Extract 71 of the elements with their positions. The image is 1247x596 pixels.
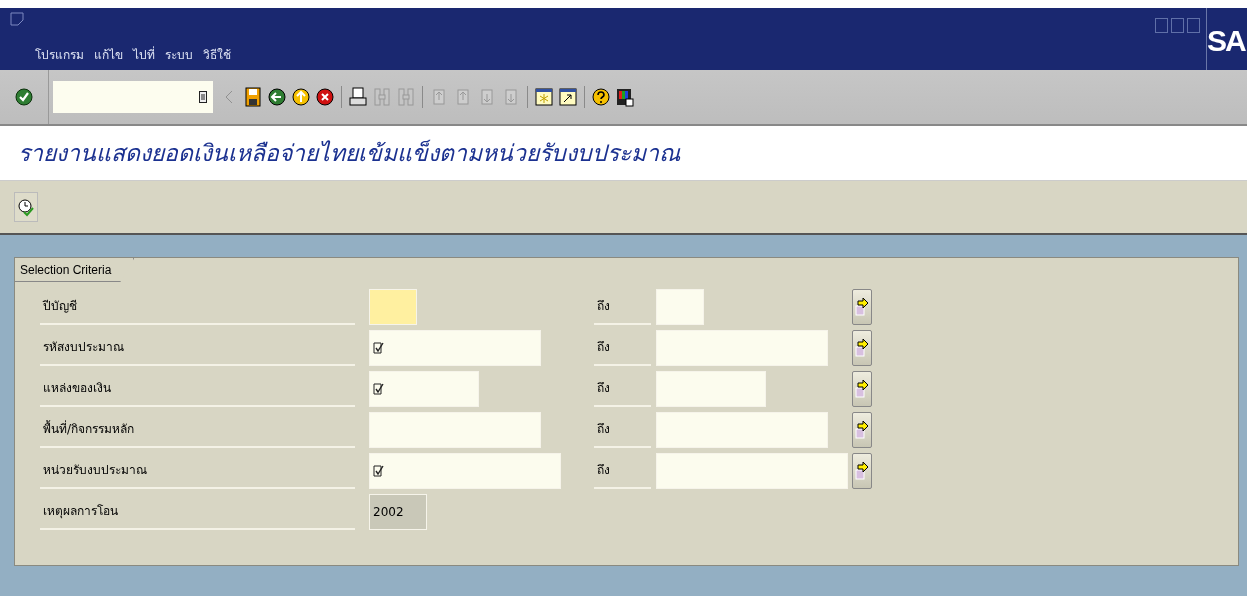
field-label: รหัสงบประมาณ xyxy=(40,330,355,366)
multiple-selection-button[interactable] xyxy=(852,371,872,407)
command-field[interactable] xyxy=(53,81,213,113)
arrow-icon xyxy=(855,460,869,482)
shortcut-icon xyxy=(558,87,578,107)
new-window-icon xyxy=(534,87,554,107)
to-label: ถึง xyxy=(594,289,651,325)
arrow-icon xyxy=(855,378,869,400)
selection-icon xyxy=(373,342,384,354)
dropdown-icon[interactable] xyxy=(199,91,207,103)
multiple-selection-button[interactable] xyxy=(852,289,872,325)
help-button[interactable] xyxy=(589,85,613,109)
to-label: ถึง xyxy=(594,330,651,366)
enter-button[interactable] xyxy=(12,85,36,109)
menu-item[interactable]: ไปที่ xyxy=(133,45,155,64)
close-button[interactable] xyxy=(1187,18,1200,33)
new-session-button[interactable] xyxy=(532,85,556,109)
binoculars-icon xyxy=(373,87,391,107)
from-field[interactable] xyxy=(369,453,561,489)
to-label: ถึง xyxy=(594,412,651,448)
page-up-icon xyxy=(430,87,448,107)
field-label: หน่วยรับงบประมาณ xyxy=(40,453,355,489)
field-label: ปีบัญชี xyxy=(40,289,355,325)
printer-icon xyxy=(349,87,367,107)
to-label: ถึง xyxy=(594,453,651,489)
from-field[interactable] xyxy=(369,371,479,407)
shortcut-button[interactable] xyxy=(556,85,580,109)
check-icon xyxy=(14,87,34,107)
multiple-selection-button[interactable] xyxy=(852,330,872,366)
from-field[interactable] xyxy=(369,412,541,448)
window-icon[interactable] xyxy=(10,12,24,26)
menu-item[interactable]: แก้ไข xyxy=(94,45,123,64)
minimize-button[interactable] xyxy=(1155,18,1168,33)
help-icon xyxy=(591,87,611,107)
cancel-icon xyxy=(315,87,335,107)
field-label: เหตุผลการโอน xyxy=(40,494,355,530)
menu-item[interactable]: วิธีใช้ xyxy=(203,45,231,64)
binoculars-icon xyxy=(397,87,415,107)
group-title: Selection Criteria xyxy=(15,258,135,282)
from-field[interactable] xyxy=(369,289,417,325)
to-field[interactable] xyxy=(656,412,828,448)
multiple-selection-button[interactable] xyxy=(852,412,872,448)
arrow-icon xyxy=(855,296,869,318)
to-field[interactable] xyxy=(656,289,704,325)
page-down-icon xyxy=(478,87,496,107)
selection-icon xyxy=(373,465,384,477)
display-field: 2002 xyxy=(369,494,427,530)
exit-button[interactable] xyxy=(289,85,313,109)
cancel-button[interactable] xyxy=(313,85,337,109)
arrow-icon xyxy=(855,419,869,441)
page-up-icon xyxy=(454,87,472,107)
print-button[interactable] xyxy=(346,85,370,109)
page-down-icon xyxy=(502,87,520,107)
field-label: พื้นที่/กิจกรรมหลัก xyxy=(40,412,355,448)
page-title: รายงานแสดงยอดเงินเหลือจ่ายไทยเข้มแข็งตามหน่วยรับงบประมาณ xyxy=(18,138,680,168)
maximize-button[interactable] xyxy=(1171,18,1184,33)
execute-button[interactable] xyxy=(14,192,38,222)
left-caret-icon xyxy=(224,89,234,105)
arrow-icon xyxy=(855,337,869,359)
selection-icon xyxy=(373,383,384,395)
to-label: ถึง xyxy=(594,371,651,407)
menu-item[interactable]: ระบบ xyxy=(165,45,193,64)
menu-item[interactable]: โปรแกรม xyxy=(35,45,84,64)
to-field[interactable] xyxy=(656,453,848,489)
field-label: แหล่งของเงิน xyxy=(40,371,355,407)
to-field[interactable] xyxy=(656,330,828,366)
multiple-selection-button[interactable] xyxy=(852,453,872,489)
to-field[interactable] xyxy=(656,371,766,407)
from-field[interactable] xyxy=(369,330,541,366)
back-button[interactable] xyxy=(265,85,289,109)
monitor-icon xyxy=(615,87,635,107)
